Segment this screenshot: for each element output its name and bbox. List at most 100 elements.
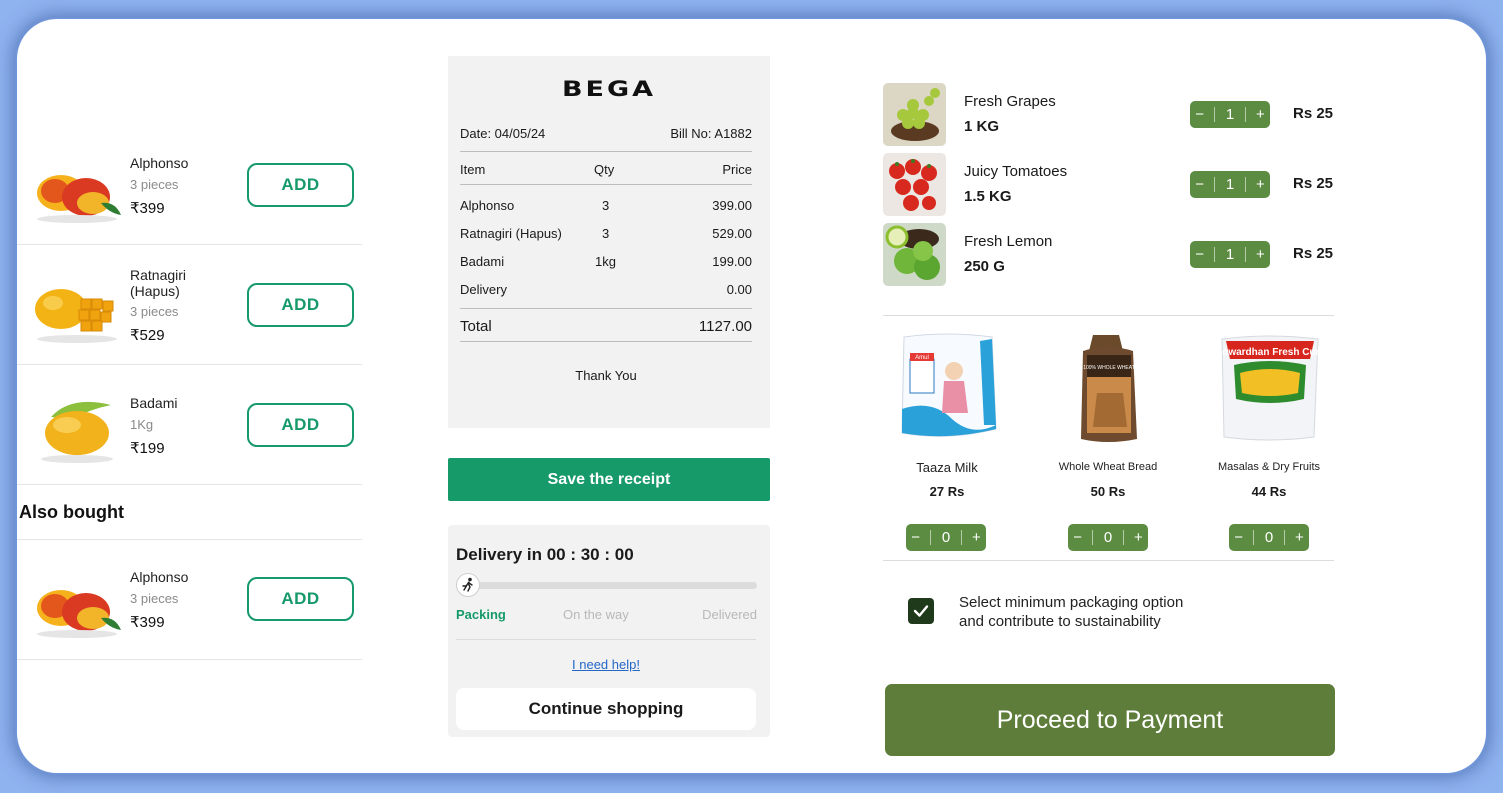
- cart-item-price: Rs 25: [1293, 105, 1334, 122]
- cart-item-price: Rs 25: [1293, 175, 1334, 192]
- alphonso-mango-image: [37, 175, 121, 223]
- minus-icon[interactable]: −: [911, 529, 920, 546]
- divider: [883, 560, 1334, 561]
- packaging-option-label: Select minimum packaging option and cont…: [959, 593, 1183, 631]
- add-button[interactable]: ADD: [247, 577, 354, 621]
- column-header-qty: Qty: [594, 162, 615, 177]
- quantity-value: 0: [1103, 529, 1113, 546]
- minus-icon[interactable]: −: [1195, 246, 1204, 263]
- minus-icon[interactable]: −: [1195, 106, 1204, 123]
- receipt-item: Ratnagiri (Hapus): [460, 226, 562, 241]
- packaging-checkbox[interactable]: [908, 598, 934, 624]
- quantity-stepper[interactable]: − 1 +: [1190, 241, 1270, 268]
- receipt: BEGA Date: 04/05/24 Bill No: A1882 Item …: [448, 56, 770, 428]
- receipt-price: 199.00: [712, 254, 752, 269]
- add-button[interactable]: ADD: [247, 163, 354, 207]
- quantity-stepper[interactable]: − 0 +: [906, 524, 986, 551]
- receipt-torn-edge: [448, 411, 770, 428]
- bread-image: 100% WHOLE WHEAT: [1081, 335, 1137, 442]
- product-price: ₹199: [130, 440, 165, 457]
- delivery-timer: Delivery in 00 : 30 : 00: [456, 545, 634, 564]
- milk-pack-image: Amul: [901, 333, 997, 437]
- proceed-to-payment-button[interactable]: Proceed to Payment: [885, 684, 1335, 756]
- total-value: 1127.00: [698, 318, 752, 335]
- product-price: ₹399: [130, 200, 165, 217]
- total-label: Total: [460, 318, 492, 335]
- curd-pack-image: Gowardhan Fresh Curd: [1214, 335, 1326, 441]
- cart-item-weight: 1.5 KG: [964, 188, 1012, 205]
- quantity-value: 1: [1225, 176, 1235, 193]
- runner-icon: [456, 573, 480, 597]
- packaging-line-2: and contribute to sustainability: [959, 613, 1161, 630]
- step-on-the-way: On the way: [563, 607, 629, 622]
- lemon-image: [883, 223, 946, 286]
- plus-icon[interactable]: +: [1256, 176, 1265, 193]
- product-name: Badami: [130, 395, 178, 411]
- product-quantity: 1Kg: [130, 417, 154, 432]
- also-bought-heading: Also bought: [19, 502, 124, 522]
- milk-brand-text: Amul: [915, 355, 929, 361]
- quantity-stepper[interactable]: − 0 +: [1068, 524, 1148, 551]
- minus-icon[interactable]: −: [1234, 529, 1243, 546]
- cart-item-name: Fresh Lemon: [964, 233, 1053, 250]
- receipt-qty: 1kg: [595, 254, 616, 269]
- product-row: Alphonso 3 pieces ₹399 ADD: [17, 125, 362, 245]
- grapes-image: [883, 83, 946, 146]
- cart-item: Fresh Lemon 250 G − 1 + Rs 25: [883, 223, 1338, 287]
- divider: [460, 151, 752, 152]
- step-delivered: Delivered: [702, 607, 757, 622]
- product-price: ₹529: [130, 327, 165, 344]
- column-header-item: Item: [460, 162, 486, 177]
- plus-icon[interactable]: +: [972, 529, 981, 546]
- product-quantity: 3 pieces: [130, 304, 179, 319]
- suggestion-price: 27 Rs: [929, 484, 965, 499]
- plus-icon[interactable]: +: [1295, 529, 1304, 546]
- ratnagiri-mango-image: [35, 289, 117, 343]
- tomatoes-image: [883, 153, 946, 216]
- plus-icon[interactable]: +: [1134, 529, 1143, 546]
- curd-brand-text: Gowardhan Fresh Curd: [1214, 347, 1324, 358]
- alphonso-mango-image: [37, 590, 121, 638]
- product-name: Alphonso: [130, 569, 189, 585]
- cart-item-name: Juicy Tomatoes: [964, 163, 1068, 180]
- minus-icon[interactable]: −: [1073, 529, 1082, 546]
- receipt-price: 0.00: [726, 282, 752, 297]
- continue-shopping-button[interactable]: Continue shopping: [456, 688, 756, 730]
- product-list: Alphonso 3 pieces ₹399 ADD Ratnagiri (Ha…: [17, 19, 362, 773]
- plus-icon[interactable]: +: [1256, 106, 1265, 123]
- thank-you-text: Thank You: [575, 368, 637, 383]
- cart-item-weight: 1 KG: [964, 118, 1000, 135]
- plus-icon[interactable]: +: [1256, 246, 1265, 263]
- receipt-item: Badami: [460, 254, 505, 269]
- app-frame: Alphonso 3 pieces ₹399 ADD Ratnagiri (Ha…: [17, 19, 1486, 773]
- product-name: Alphonso: [130, 155, 189, 171]
- add-button[interactable]: ADD: [247, 283, 354, 327]
- suggestion-card: Amul Taaza Milk 27 Rs − 0 +: [884, 329, 1010, 551]
- add-button[interactable]: ADD: [247, 403, 354, 447]
- also-bought-row: Alphonso 3 pieces ₹399 ADD: [17, 540, 362, 660]
- divider: [460, 341, 752, 342]
- receipt-bill-number: Bill No: A1882: [670, 126, 752, 141]
- product-name: Ratnagiri (Hapus): [130, 267, 187, 299]
- step-packing: Packing: [456, 607, 506, 622]
- suggestion-name: Masalas & Dry Fruits: [1217, 461, 1321, 473]
- product-row: Ratnagiri (Hapus) 3 pieces ₹529 ADD: [17, 245, 362, 365]
- cart-item: Juicy Tomatoes 1.5 KG − 1 + Rs 25: [883, 153, 1338, 217]
- quantity-stepper[interactable]: − 1 +: [1190, 101, 1270, 128]
- suggestion-name: Whole Wheat Bread: [1058, 461, 1158, 473]
- quantity-stepper[interactable]: − 0 +: [1229, 524, 1309, 551]
- checkmark-icon: [913, 605, 929, 617]
- receipt-price: 399.00: [712, 198, 752, 213]
- product-price: ₹399: [130, 614, 165, 631]
- minus-icon[interactable]: −: [1195, 176, 1204, 193]
- quantity-value: 1: [1225, 106, 1235, 123]
- quantity-stepper[interactable]: − 1 +: [1190, 171, 1270, 198]
- cart-item-name: Fresh Grapes: [964, 93, 1056, 110]
- column-header-price: Price: [722, 162, 752, 177]
- help-link[interactable]: I need help!: [448, 657, 764, 672]
- divider: [883, 315, 1334, 316]
- divider: [460, 308, 752, 309]
- divider: [460, 184, 752, 185]
- save-receipt-button[interactable]: Save the receipt: [448, 458, 770, 501]
- quantity-value: 0: [941, 529, 951, 546]
